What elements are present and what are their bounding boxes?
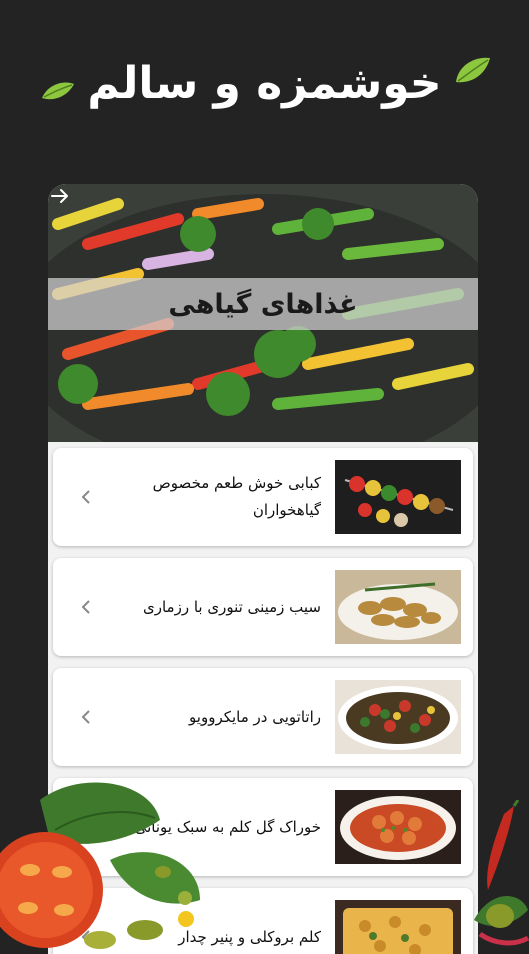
recipe-title: راتاتویی در مایکروویو — [189, 707, 321, 726]
recipe-thumbnail — [335, 570, 461, 644]
recipe-list-item[interactable]: سیب زمینی تنوری با رزماری — [53, 558, 473, 656]
recipe-thumbnail — [335, 680, 461, 754]
tomato-basil-decoration — [0, 782, 200, 949]
recipe-thumbnail — [335, 460, 461, 534]
recipe-list-item[interactable]: کبابی خوش طعم مخصوص گیاهخواران — [53, 448, 473, 546]
logo-text: خوشمزه و سالم — [87, 58, 442, 109]
recipe-title: سیب زمینی تنوری با رزماری — [143, 597, 321, 616]
recipe-title: کبابی خوش طعم مخصوص گیاهخواران — [152, 474, 321, 519]
arrow-right-icon[interactable] — [48, 184, 72, 208]
app-logo: خوشمزه و سالم — [0, 48, 529, 128]
chevron-left-icon — [81, 490, 90, 504]
category-hero-image: غذاهای گیاهی — [48, 184, 478, 442]
category-banner: غذاهای گیاهی — [48, 278, 478, 330]
pepper-olive-decoration — [474, 800, 529, 946]
recipe-list-item[interactable]: راتاتویی در مایکروویو — [53, 668, 473, 766]
recipe-thumbnail — [335, 900, 461, 954]
chevron-left-icon — [81, 710, 90, 724]
chevron-left-icon — [81, 600, 90, 614]
category-title: غذاهای گیاهی — [168, 288, 358, 320]
recipe-thumbnail — [335, 790, 461, 864]
leaf-right-icon — [456, 57, 490, 83]
